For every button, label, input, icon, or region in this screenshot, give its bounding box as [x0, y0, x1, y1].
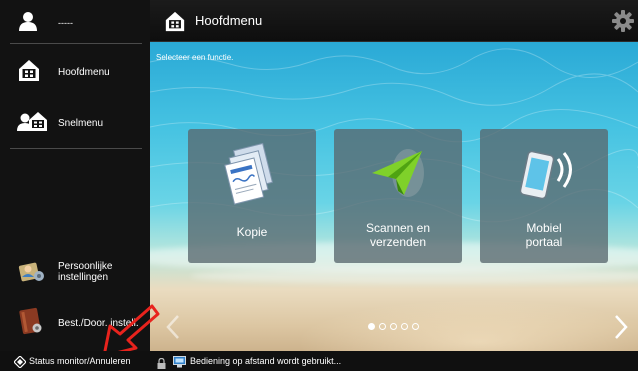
gear-icon[interactable] [612, 10, 634, 37]
page-dot[interactable] [412, 323, 419, 330]
main-menu-area: Selecteer een functie. Kopie Scannen en … [150, 42, 638, 351]
sidebar-divider [10, 43, 142, 44]
sidebar-item-user[interactable]: ----- [0, 6, 150, 40]
page-dot[interactable] [379, 323, 386, 330]
sidebar-item-label: Snelmenu [58, 117, 104, 129]
page-dot[interactable] [401, 323, 408, 330]
tile-mobile-portal[interactable]: Mobiel portaal [480, 129, 608, 263]
tile-label: Scannen en verzenden [365, 221, 431, 249]
tile-copy[interactable]: Kopie [188, 129, 316, 263]
sidebar: ----- Hoofdmenu Snelmenu Persoonlijke in… [0, 0, 150, 351]
status-monitor-button[interactable]: Status monitor/Annuleren [0, 351, 148, 371]
home-icon [17, 58, 41, 87]
page-dot[interactable] [390, 323, 397, 330]
quick-menu-icon [17, 110, 47, 137]
sidebar-item-main-menu[interactable]: Hoofdmenu [0, 52, 150, 92]
sidebar-item-label: Persoonlijke instellingen [58, 261, 113, 283]
user-icon [17, 10, 39, 37]
tile-scan-and-send[interactable]: Scannen en verzenden [334, 129, 462, 263]
status-monitor-icon [13, 355, 27, 371]
sidebar-item-label: Hoofdmenu [58, 66, 110, 78]
tile-label: Mobiel portaal [525, 221, 563, 249]
status-bar: Status monitor/Annuleren Bediening op af… [0, 351, 638, 371]
next-page-arrow-icon[interactable] [614, 314, 628, 345]
sidebar-divider [10, 148, 142, 149]
background-wave [190, 268, 638, 284]
lock-icon [157, 356, 166, 371]
previous-page-arrow-icon[interactable] [166, 314, 180, 345]
admin-settings-icon [17, 307, 43, 340]
page-indicator [368, 323, 419, 330]
home-icon [164, 10, 186, 37]
remote-operation-icon [173, 355, 186, 371]
sidebar-item-quick-menu[interactable]: Snelmenu [0, 103, 150, 143]
page-title: Hoofdmenu [195, 13, 263, 28]
scan-send-icon [368, 143, 428, 212]
tile-label: Kopie [236, 225, 268, 239]
header-bar: Hoofdmenu [150, 0, 638, 42]
instruction-text: Selecteer een functie. [156, 53, 234, 62]
copy-icon [222, 142, 282, 212]
status-monitor-label: Status monitor/Annuleren [29, 356, 131, 366]
page-dot[interactable] [368, 323, 375, 330]
user-name-label: ----- [58, 17, 73, 28]
status-message: Bediening op afstand wordt gebruikt... [190, 356, 342, 366]
personal-settings-icon [17, 256, 45, 289]
sidebar-item-personal-settings[interactable]: Persoonlijke instellingen [0, 252, 150, 292]
mobile-portal-icon [514, 143, 578, 212]
